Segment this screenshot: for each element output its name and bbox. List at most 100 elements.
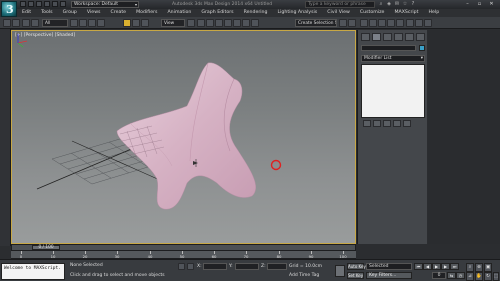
unlink-icon[interactable] — [31, 19, 39, 27]
select-by-name-icon[interactable] — [79, 19, 87, 27]
modify-tab-icon[interactable] — [372, 33, 381, 41]
field-of-view-icon[interactable]: ⊿ — [466, 272, 474, 281]
menu-create[interactable]: Create — [110, 9, 126, 17]
open-file-icon[interactable] — [28, 1, 34, 7]
go-to-end-icon[interactable]: ⏭ — [450, 263, 459, 270]
subscription-icon[interactable]: ◈ — [386, 1, 392, 7]
remove-modifier-icon[interactable] — [393, 120, 401, 127]
app-logo-icon[interactable]: 3 — [1, 1, 17, 17]
select-object-icon[interactable] — [70, 19, 78, 27]
object-name-field[interactable] — [361, 45, 416, 51]
close-icon[interactable]: ✕ — [486, 0, 497, 8]
angle-snap-icon[interactable] — [224, 19, 232, 27]
key-filters-button[interactable]: Key Filters... — [366, 272, 412, 279]
key-mode-icon[interactable]: ⇆ — [447, 272, 456, 279]
hierarchy-tab-icon[interactable] — [383, 33, 392, 41]
search-input[interactable]: Type a keyword or phrase — [305, 1, 375, 8]
reference-coordinate-dropdown[interactable]: View — [161, 19, 185, 27]
render-setup-icon[interactable] — [406, 19, 414, 27]
configure-modifier-sets-icon[interactable] — [403, 120, 411, 127]
go-to-start-icon[interactable]: ⏮ — [414, 263, 423, 270]
make-unique-icon[interactable] — [383, 120, 391, 127]
menu-rendering[interactable]: Rendering — [244, 9, 268, 17]
rendered-frame-window-icon[interactable] — [415, 19, 423, 27]
undo-icon[interactable] — [44, 1, 50, 7]
maxscript-listener[interactable]: Welcome to MAXScript. — [1, 263, 65, 280]
absolute-mode-icon[interactable] — [187, 263, 194, 270]
named-selection-set-dropdown[interactable]: Create Selection Se — [295, 19, 337, 27]
spinner-snap-icon[interactable] — [242, 19, 250, 27]
redo-icon[interactable] — [52, 1, 58, 7]
zoom-all-icon[interactable]: ⊕ — [475, 263, 483, 272]
minimize-icon[interactable]: – — [462, 0, 473, 8]
menu-customize[interactable]: Customize — [360, 9, 385, 17]
align-icon[interactable] — [348, 19, 356, 27]
workspace-dropdown[interactable]: Workspace: Default ▾ — [71, 1, 139, 8]
play-icon[interactable]: ▶ — [432, 263, 441, 270]
zoom-extents-icon[interactable]: ▣ — [484, 263, 492, 272]
layer-manager-icon[interactable] — [360, 19, 368, 27]
next-frame-icon[interactable]: ▶ — [441, 263, 450, 270]
project-folder-icon[interactable] — [60, 1, 66, 7]
search-icon[interactable]: ⌕ — [378, 1, 384, 7]
utilities-tab-icon[interactable] — [416, 33, 425, 41]
maximize-icon[interactable]: ▫ — [474, 0, 485, 8]
undo-icon[interactable] — [3, 19, 11, 27]
modifier-list-dropdown[interactable]: Modifier List ▾ — [361, 55, 425, 62]
time-configuration-icon[interactable]: ◷ — [456, 272, 465, 279]
maximize-viewport-icon[interactable]: ⬚ — [493, 272, 499, 281]
track-bar[interactable]: 0 10 20 30 40 50 60 70 80 90 100 — [11, 251, 356, 259]
menu-graph-editors[interactable]: Graph Editors — [201, 9, 233, 17]
window-crossing-icon[interactable] — [97, 19, 105, 27]
x-coordinate-field[interactable] — [203, 263, 227, 270]
favorites-icon[interactable]: ☆ — [402, 1, 408, 7]
menu-group[interactable]: Group — [63, 9, 77, 17]
graphite-ribbon-icon[interactable] — [369, 19, 377, 27]
selection-filter-dropdown[interactable]: All — [42, 19, 68, 27]
current-frame-field[interactable]: 0 — [432, 272, 446, 279]
menu-modifiers[interactable]: Modifiers — [136, 9, 157, 17]
communication-icon[interactable]: ✉ — [394, 1, 400, 7]
rect-region-icon[interactable] — [88, 19, 96, 27]
menu-help[interactable]: Help — [429, 9, 440, 17]
new-file-icon[interactable] — [20, 1, 26, 7]
display-tab-icon[interactable] — [405, 33, 414, 41]
edit-named-selection-icon[interactable] — [251, 19, 259, 27]
z-coordinate-field[interactable] — [267, 263, 287, 270]
motion-tab-icon[interactable] — [394, 33, 403, 41]
menu-views[interactable]: Views — [87, 9, 101, 17]
menu-tools[interactable]: Tools — [41, 9, 53, 17]
percent-snap-icon[interactable] — [233, 19, 241, 27]
help-icon[interactable]: ? — [410, 1, 416, 7]
y-coordinate-field[interactable] — [235, 263, 259, 270]
menu-edit[interactable]: Edit — [22, 9, 31, 17]
keyboard-shortcut-icon[interactable] — [206, 19, 214, 27]
time-slider-thumb[interactable]: 0 / 100 — [32, 245, 60, 250]
menu-lighting-analysis[interactable]: Lighting Analysis — [278, 9, 318, 17]
set-keys-icon[interactable] — [335, 265, 345, 277]
menu-maxscript[interactable]: MAXScript — [394, 9, 418, 17]
modifier-stack[interactable] — [361, 64, 425, 118]
previous-frame-icon[interactable]: ◀ — [423, 263, 432, 270]
key-selection-dropdown[interactable]: Selected — [366, 263, 412, 270]
material-editor-icon[interactable] — [396, 19, 404, 27]
snaps-toggle-icon[interactable] — [215, 19, 223, 27]
save-file-icon[interactable] — [36, 1, 42, 7]
pin-stack-icon[interactable] — [363, 120, 371, 127]
select-and-rotate-icon[interactable] — [132, 19, 140, 27]
object-color-swatch[interactable] — [419, 45, 425, 51]
orbit-icon[interactable]: ↻ — [484, 272, 492, 281]
menu-civil-view[interactable]: Civil View — [327, 9, 350, 17]
perspective-viewport[interactable]: [+] [Perspective] [Shaded] — [11, 30, 356, 244]
curve-editor-icon[interactable] — [378, 19, 386, 27]
link-icon[interactable] — [22, 19, 30, 27]
render-production-icon[interactable] — [424, 19, 432, 27]
lock-selection-icon[interactable] — [178, 263, 185, 270]
select-and-scale-icon[interactable] — [141, 19, 149, 27]
add-time-tag-button[interactable]: Add Time Tag — [289, 273, 319, 278]
time-slider[interactable]: 0 / 100 — [11, 244, 356, 251]
show-end-result-icon[interactable] — [373, 120, 381, 127]
create-tab-icon[interactable] — [361, 33, 370, 41]
schematic-view-icon[interactable] — [387, 19, 395, 27]
mirror-icon[interactable] — [339, 19, 347, 27]
